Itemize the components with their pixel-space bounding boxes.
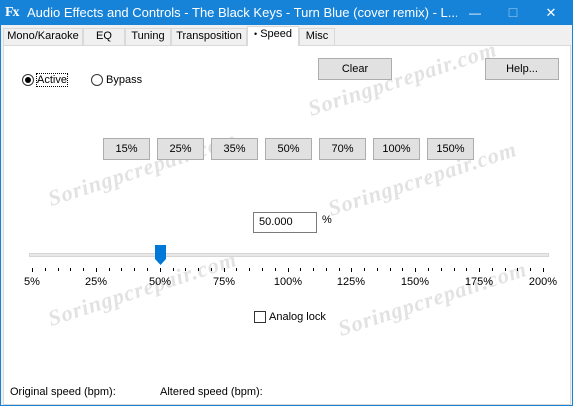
fx-app-icon: Fx [5, 5, 20, 20]
tab-label: EQ [96, 30, 112, 42]
slider-minor-tick [58, 268, 59, 271]
slider-minor-tick [45, 268, 46, 271]
slider-tick-label: 5% [24, 276, 40, 288]
slider-tick [351, 268, 352, 272]
slider-tick-label: 100% [273, 276, 303, 288]
speed-slider-thumb[interactable] [155, 245, 166, 265]
slider-minor-tick [326, 268, 327, 271]
slider-tick [160, 268, 161, 272]
slider-tick-label: 150% [400, 276, 430, 288]
slider-minor-tick [70, 268, 71, 271]
slider-minor-tick [300, 268, 301, 271]
tab-speed[interactable]: • Speed [247, 26, 299, 46]
slider-minor-tick [211, 268, 212, 271]
slider-tick-label: 25% [84, 276, 108, 288]
slider-tick [543, 268, 544, 272]
slider-minor-tick [109, 268, 110, 271]
slider-minor-tick [492, 268, 493, 271]
slider-minor-tick [275, 268, 276, 271]
slider-tick [96, 268, 97, 272]
slider-minor-tick [134, 268, 135, 271]
slider-minor-tick [83, 268, 84, 271]
close-button[interactable]: ✕ [532, 1, 570, 25]
slider-tick-label: 50% [148, 276, 172, 288]
watermark: Soringpcrepair.com [44, 246, 240, 331]
slider-minor-tick [198, 268, 199, 271]
clear-button[interactable]: Clear [318, 58, 392, 80]
slider-minor-tick [441, 268, 442, 271]
speed-panel: Soringpcrepair.com Soringpcrepair.com So… [3, 36, 571, 405]
speed-slider-track[interactable] [29, 253, 549, 257]
slider-minor-tick [339, 268, 340, 271]
slider-minor-tick [185, 268, 186, 271]
slider-tick [479, 268, 480, 272]
analog-lock-box [254, 311, 266, 323]
minimize-button[interactable]: — [456, 1, 494, 25]
preset-50-button[interactable]: 50% [265, 138, 312, 160]
tab-label: Mono/Karaoke [7, 30, 79, 42]
radio-unchecked-indicator [91, 74, 103, 86]
slider-minor-tick [530, 268, 531, 271]
active-radio-label: Active [36, 73, 68, 87]
tab-misc[interactable]: Misc [299, 28, 335, 45]
audio-effects-window: Fx Audio Effects and Controls - The Blac… [0, 0, 573, 406]
slider-tick-label: 75% [212, 276, 236, 288]
slider-minor-tick [173, 268, 174, 271]
slider-minor-tick [147, 268, 148, 271]
slider-tick-label: 200% [528, 276, 558, 288]
speed-unit-label: % [322, 214, 332, 226]
slider-tick-label: 175% [464, 276, 494, 288]
maximize-button[interactable]: ☐ [494, 1, 532, 25]
altered-speed-label: Altered speed (bpm): [160, 386, 263, 398]
tab-label: Speed [260, 28, 293, 40]
slider-tick [288, 268, 289, 272]
preset-150-button[interactable]: 150% [427, 138, 474, 160]
slider-minor-tick [428, 268, 429, 271]
help-button[interactable]: Help... [485, 58, 559, 80]
slider-minor-tick [236, 268, 237, 271]
slider-minor-tick [377, 268, 378, 271]
slider-tick [224, 268, 225, 272]
preset-15-button[interactable]: 15% [103, 138, 150, 160]
slider-tick [32, 268, 33, 272]
tab-transposition[interactable]: Transposition [171, 28, 247, 45]
bypass-radio-label: Bypass [106, 74, 143, 86]
analog-lock-checkbox[interactable]: Analog lock [254, 311, 326, 323]
slider-minor-tick [262, 268, 263, 271]
analog-lock-label: Analog lock [269, 311, 326, 323]
title-bar[interactable]: Fx Audio Effects and Controls - The Blac… [1, 1, 572, 25]
slider-minor-tick [466, 268, 467, 271]
tab-tuning[interactable]: Tuning [125, 28, 171, 45]
tab-eq[interactable]: EQ [83, 28, 125, 45]
slider-tick-label: 125% [336, 276, 366, 288]
slider-minor-tick [505, 268, 506, 271]
slider-tick [415, 268, 416, 272]
active-radio[interactable]: Active [22, 73, 68, 87]
slider-minor-tick [402, 268, 403, 271]
original-speed-label: Original speed (bpm): [10, 386, 116, 398]
tab-label: Misc [305, 30, 329, 42]
tab-mono-karaoke[interactable]: Mono/Karaoke [3, 28, 83, 45]
preset-70-button[interactable]: 70% [319, 138, 366, 160]
speed-value-input[interactable]: 50.000 [253, 212, 317, 233]
preset-100-button[interactable]: 100% [373, 138, 420, 160]
slider-minor-tick [313, 268, 314, 271]
slider-minor-tick [390, 268, 391, 271]
slider-minor-tick [517, 268, 518, 271]
slider-minor-tick [364, 268, 365, 271]
slider-minor-tick [121, 268, 122, 271]
slider-minor-tick [454, 268, 455, 271]
preset-35-button[interactable]: 35% [211, 138, 258, 160]
tab-label: Tuning [131, 30, 165, 42]
tab-label: Transposition [176, 30, 242, 42]
radio-checked-indicator [22, 74, 34, 86]
active-tab-dot: • [253, 29, 258, 39]
slider-minor-tick [249, 268, 250, 271]
window-title: Audio Effects and Controls - The Black K… [27, 5, 457, 20]
preset-25-button[interactable]: 25% [157, 138, 204, 160]
bypass-radio[interactable]: Bypass [91, 74, 142, 86]
